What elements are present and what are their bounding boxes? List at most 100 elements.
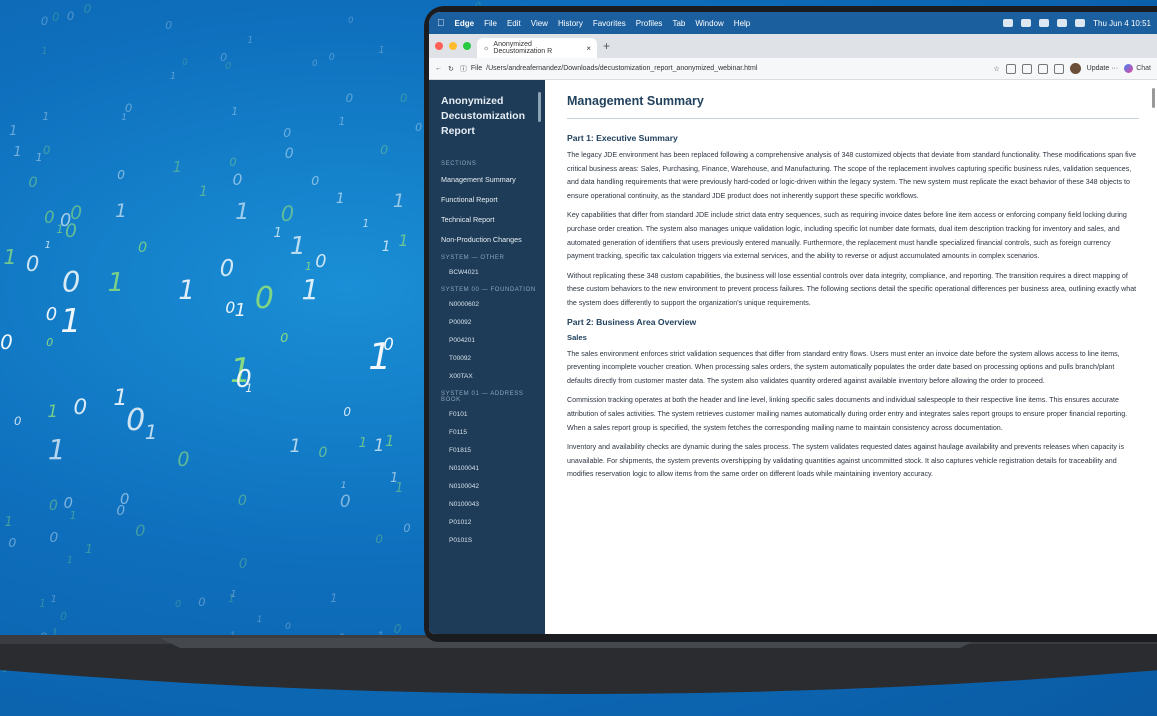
object-link[interactable]: P01012 [441,519,545,526]
wifi-icon[interactable] [1039,19,1050,27]
content-scrollbar[interactable] [1152,88,1155,108]
object-link[interactable]: X00TAX [441,373,545,380]
menu-file[interactable]: File [484,19,497,28]
search-icon[interactable] [1075,19,1086,27]
report-sidebar: Anonymized Decustomization Report SECTIO… [429,80,545,634]
minimize-window-button[interactable] [449,42,457,50]
binary-digit: 0 [312,58,318,69]
update-button[interactable]: Update ··· [1087,65,1119,72]
object-link[interactable]: N0000602 [441,301,545,308]
status-app-icon[interactable] [1003,19,1014,27]
binary-digit: 0 [46,336,54,350]
binary-digit: 1 [289,436,302,458]
binary-digit: 1 [392,189,405,212]
binary-digit: 1 [144,421,158,445]
sidebar-scrollbar[interactable] [538,92,541,122]
binary-digit: 0 [182,57,188,68]
binary-digit: 1 [235,198,250,225]
zoom-window-button[interactable] [463,42,471,50]
copilot-chat-button[interactable]: Chat [1124,64,1151,73]
split-screen-icon[interactable] [1005,63,1016,74]
binary-digit: 0 [49,497,58,514]
nav-non-production-changes[interactable]: Non-Production Changes [441,235,545,244]
menu-window[interactable]: Window [695,19,723,28]
binary-digit: 0 [232,170,243,189]
binary-digit: 0 [70,201,83,224]
binary-digit: 0 [283,124,292,140]
copilot-icon [1124,64,1134,73]
binary-digit: 1 [335,190,345,207]
binary-digit: 0 [345,90,354,105]
object-link[interactable]: P00092 [441,319,545,326]
object-link[interactable]: N0100041 [441,465,545,472]
binary-digit: 1 [398,231,409,250]
object-link[interactable]: N0100043 [441,501,545,508]
extensions-icon[interactable] [1021,63,1032,74]
binary-digit: 1 [85,541,93,557]
menu-edit[interactable]: Edit [507,19,521,28]
binary-digit: 0 [348,14,354,25]
battery-icon[interactable] [1057,19,1068,27]
profile-avatar[interactable] [1069,63,1081,74]
menu-profiles[interactable]: Profiles [636,19,663,28]
binary-digit: 0 [237,493,247,510]
nav-functional-report[interactable]: Functional Report [441,195,545,204]
binary-digit: 1 [115,201,127,223]
menu-history[interactable]: History [558,19,583,28]
info-icon: ⓘ [459,65,467,73]
new-tab-button[interactable]: + [603,39,610,53]
globe-icon: ☼ [483,44,490,52]
apple-icon[interactable]:  [437,18,445,29]
menu-app-name[interactable]: Edge [455,19,475,28]
object-link[interactable]: T00092 [441,355,545,362]
address-bar[interactable]: ⓘ File /Users/andreafernandez/Downloads/… [460,64,758,74]
reload-icon[interactable]: ↻ [448,65,454,73]
binary-digit: 0 [380,141,389,157]
object-link[interactable]: F0101 [441,411,545,418]
binary-digit: 1 [42,110,50,123]
object-link[interactable]: P0101S [441,537,545,544]
binary-digit: 0 [254,281,274,317]
binary-digit: 0 [63,495,73,513]
menu-tab[interactable]: Tab [672,19,685,28]
favorite-star-icon[interactable]: ☆ [993,65,999,73]
collections-icon[interactable] [1037,63,1048,74]
nav-management-summary[interactable]: Management Summary [441,175,545,184]
paragraph: Inventory and availability checks are dy… [567,443,1125,479]
binary-digit: 0 [318,445,328,462]
binary-digit: 1 [373,435,385,456]
browser-tab[interactable]: ☼ Anonymized Decustomization R × [477,38,597,58]
status-display-icon[interactable] [1021,19,1032,27]
binary-digit: 1 [13,144,22,160]
binary-digit: 1 [390,471,399,487]
group-system-other: SYSTEM — OTHER [441,255,505,261]
object-link[interactable]: P004201 [441,337,545,344]
binary-digit: 0 [49,529,59,546]
back-icon[interactable]: ← [435,65,442,72]
object-link[interactable]: F0115 [441,429,545,436]
heart-icon[interactable] [1053,63,1064,74]
report-content: Management Summary Part 1: Executive Sum… [545,80,1157,634]
binary-digit: 0 [339,491,351,512]
object-link[interactable]: BCW4021 [441,269,545,276]
binary-digit: 1 [66,555,74,567]
binary-digit: 0 [117,167,125,182]
tab-close-icon[interactable]: × [586,44,591,53]
menu-help[interactable]: Help [734,19,750,28]
binary-digit: 1 [358,434,368,451]
menu-favorites[interactable]: Favorites [593,19,626,28]
object-link[interactable]: N0100042 [441,483,545,490]
object-link[interactable]: F01815 [441,447,545,454]
binary-digit: 1 [247,35,254,47]
binary-digit: 1 [169,71,177,83]
binary-digit: 0 [43,143,51,158]
binary-digit: 1 [338,114,346,128]
binary-digit: 0 [403,521,411,535]
close-window-button[interactable] [435,42,443,50]
menu-view[interactable]: View [531,19,548,28]
nav-technical-report[interactable]: Technical Report [441,215,545,224]
status-area: Thu Jun 4 10:51 [1003,19,1157,28]
clock[interactable]: Thu Jun 4 10:51 [1093,19,1151,28]
binary-digit: 1 [60,302,82,341]
binary-digit: 0 [13,414,22,429]
